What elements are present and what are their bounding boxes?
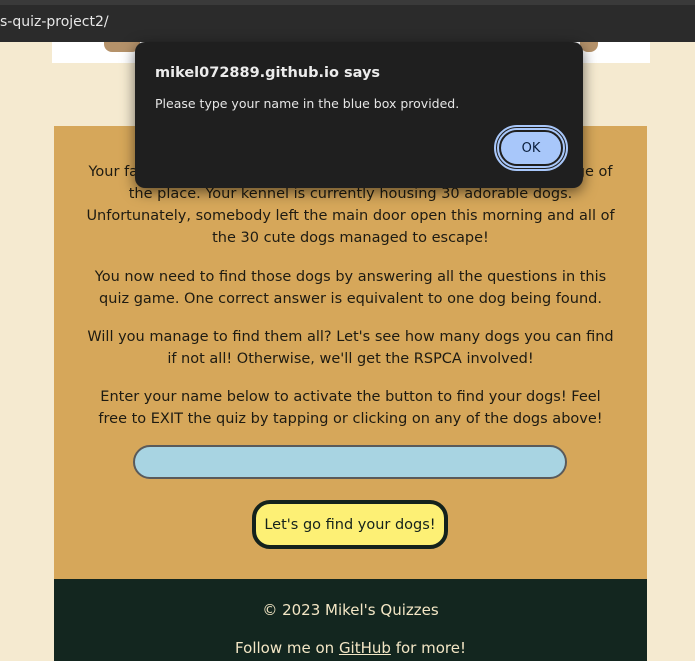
github-link[interactable]: GitHub — [339, 639, 391, 657]
dialog-title: mikel072889.github.io says — [155, 65, 381, 81]
copyright-text: © 2023 Mikel's Quizzes — [262, 601, 439, 619]
follow-prefix: Follow me on — [235, 639, 339, 657]
follow-text: Follow me on GitHub for more! — [54, 639, 647, 657]
find-dogs-button[interactable]: Let's go find your dogs! — [252, 500, 448, 549]
browser-address-bar[interactable]: s-quiz-project2/ — [0, 0, 695, 42]
follow-suffix: for more! — [390, 639, 466, 657]
quiz-intro-card: Your family's kennel was left in your ca… — [54, 126, 647, 579]
intro-paragraph-4: Enter your name below to activate the bu… — [98, 389, 603, 427]
alert-dialog: mikel072889.github.io says Please type y… — [135, 42, 583, 188]
dialog-message: Please type your name in the blue box pr… — [155, 96, 460, 111]
name-input[interactable] — [133, 445, 567, 479]
url-text[interactable]: s-quiz-project2/ — [0, 14, 109, 30]
footer: © 2023 Mikel's Quizzes Follow me on GitH… — [54, 579, 647, 661]
intro-paragraph-3: Will you manage to find them all? Let's … — [87, 329, 614, 367]
ok-button[interactable]: OK — [497, 128, 565, 168]
intro-paragraph-2: You now need to find those dogs by answe… — [94, 269, 607, 307]
